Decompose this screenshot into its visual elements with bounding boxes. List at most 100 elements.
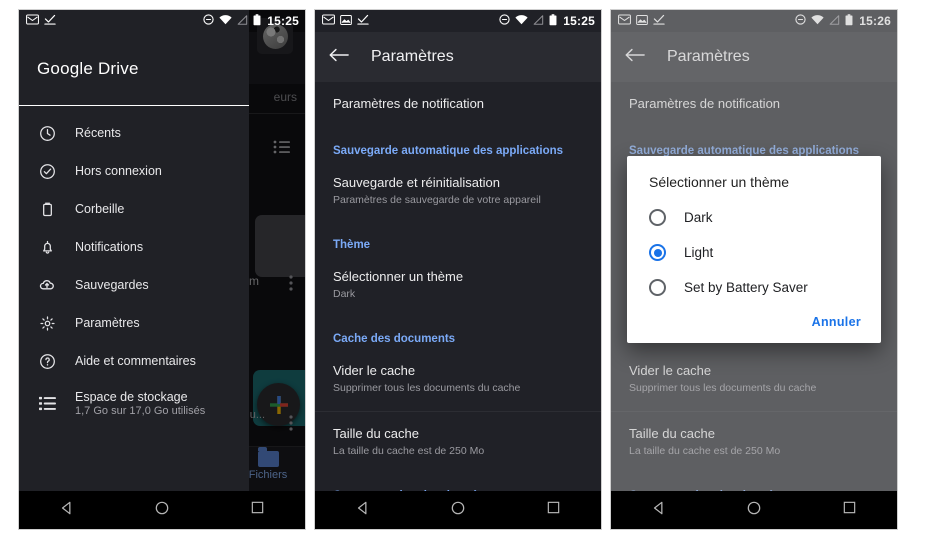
- screenshot-stage: eurs m ue u... Fichiers Google Drive Réc…: [0, 0, 928, 539]
- setting-notification-settings[interactable]: Paramètres de notification: [315, 82, 601, 125]
- wifi-icon: [515, 14, 528, 28]
- page-title: Paramètres: [371, 48, 454, 65]
- setting-clear-cache: Vider le cache Supprimer tous les docume…: [611, 349, 897, 407]
- back-triangle-icon[interactable]: [59, 500, 75, 521]
- drawer-item-notifications-label: Notifications: [75, 240, 144, 254]
- back-triangle-icon[interactable]: [651, 500, 667, 521]
- wifi-icon: [219, 14, 232, 28]
- navigation-drawer: Google Drive Récents Hors connexion Corb…: [19, 10, 249, 491]
- section-header-data-usage: Consommation des données: [611, 478, 897, 491]
- theme-selection-dialog: Sélectionner un thème Dark Light Set by …: [627, 156, 881, 343]
- status-bar-left-icons: [26, 14, 56, 28]
- drawer-item-help[interactable]: Aide et commentaires: [19, 342, 249, 380]
- dnd-icon: [795, 14, 806, 28]
- setting-select-theme[interactable]: Sélectionner un thème Dark: [315, 255, 601, 313]
- drawer-item-backups[interactable]: Sauvegardes: [19, 266, 249, 304]
- dialog-option-battery-saver-label: Set by Battery Saver: [684, 280, 808, 295]
- setting-subtitle: Dark: [333, 288, 356, 300]
- drawer-item-backups-text: Sauvegardes: [75, 278, 149, 292]
- dialog-option-dark[interactable]: Dark: [627, 200, 881, 235]
- setting-cache-size: Taille du cache La taille du cache est d…: [611, 412, 897, 470]
- photo-icon: [340, 14, 352, 28]
- setting-subtitle: Paramètres de sauvegarde de votre appare…: [333, 194, 541, 206]
- setting-notification-settings: Paramètres de notification: [611, 82, 897, 125]
- check-download-icon: [44, 14, 56, 28]
- section-header-theme: Thème: [333, 239, 371, 251]
- gmail-icon: [26, 14, 39, 28]
- drawer-item-settings-label: Paramètres: [75, 316, 140, 330]
- dialog-title: Sélectionner un thème: [649, 174, 790, 190]
- setting-title: Paramètres de notification: [333, 96, 485, 111]
- trash-icon: [37, 199, 57, 219]
- battery-icon: [549, 13, 557, 29]
- battery-icon: [253, 13, 261, 29]
- drawer-item-notifications[interactable]: Notifications: [19, 228, 249, 266]
- signal-off-icon: [237, 14, 248, 28]
- drawer-item-help-text: Aide et commentaires: [75, 354, 196, 368]
- battery-icon: [845, 13, 853, 29]
- drawer-item-trash-text: Corbeille: [75, 202, 124, 216]
- home-circle-icon[interactable]: [154, 500, 170, 521]
- settings-app-bar: Paramètres: [611, 32, 897, 82]
- phone-panel-theme-dialog: 15:26 Paramètres Paramètres de notificat…: [610, 9, 898, 530]
- drawer-item-trash[interactable]: Corbeille: [19, 190, 249, 228]
- dnd-icon: [499, 14, 510, 28]
- status-bar-left-icons-3: [618, 14, 665, 28]
- cancel-button[interactable]: Annuler: [812, 315, 861, 329]
- drawer-item-offline[interactable]: Hors connexion: [19, 152, 249, 190]
- setting-backup-reset[interactable]: Sauvegarde et réinitialisation Paramètre…: [315, 161, 601, 219]
- check-download-icon: [653, 14, 665, 28]
- drawer-item-backups-label: Sauvegardes: [75, 278, 149, 292]
- dialog-actions: Annuler: [627, 305, 881, 337]
- page-title: Paramètres: [667, 48, 750, 65]
- setting-clear-cache[interactable]: Vider le cache Supprimer tous les docume…: [315, 349, 601, 407]
- drawer-item-storage[interactable]: Espace de stockage 1,7 Go sur 17,0 Go ut…: [19, 380, 249, 426]
- recents-square-icon[interactable]: [250, 500, 265, 520]
- gear-icon: [37, 313, 57, 333]
- arrow-back-icon[interactable]: [625, 47, 645, 68]
- recents-square-icon[interactable]: [842, 500, 857, 520]
- setting-title: Sélectionner un thème: [333, 269, 464, 284]
- offline-check-icon: [37, 161, 57, 181]
- status-bar-clock: 15:25: [563, 14, 595, 28]
- setting-title: Taille du cache: [629, 426, 715, 441]
- dialog-option-light[interactable]: Light: [627, 235, 881, 270]
- dialog-option-battery-saver[interactable]: Set by Battery Saver: [627, 270, 881, 305]
- settings-page: 15:25 Paramètres Paramètres de notificat…: [315, 10, 601, 491]
- radio-battery-saver[interactable]: [649, 279, 666, 296]
- radio-light-selected[interactable]: [649, 244, 666, 261]
- back-triangle-icon[interactable]: [355, 500, 371, 521]
- section-header-data-usage: Consommation des données: [315, 478, 601, 491]
- status-bar-left-icons-2: [322, 14, 369, 28]
- radio-dark[interactable]: [649, 209, 666, 226]
- bell-icon: [37, 237, 57, 257]
- drawer-item-help-label: Aide et commentaires: [75, 354, 196, 368]
- setting-title: Vider le cache: [333, 363, 416, 378]
- home-circle-icon[interactable]: [450, 500, 466, 521]
- drawer-item-settings[interactable]: Paramètres: [19, 304, 249, 342]
- drawer-item-settings-text: Paramètres: [75, 316, 140, 330]
- setting-subtitle: La taille du cache est de 250 Mo: [629, 445, 781, 457]
- drawer-item-recents-text: Récents: [75, 126, 121, 140]
- setting-title: Sauvegarde et réinitialisation: [333, 175, 500, 190]
- setting-cache-size[interactable]: Taille du cache La taille du cache est d…: [315, 412, 601, 470]
- section-header-doc-cache: Cache des documents: [333, 333, 456, 345]
- status-bar-right-icons-3: 15:26: [795, 13, 891, 29]
- status-bar-panel1: 15:25: [19, 10, 305, 32]
- system-nav-bar-panel2: [315, 491, 601, 529]
- drawer-item-recents[interactable]: Récents: [19, 114, 249, 152]
- drawer-item-storage-label: Espace de stockage: [75, 389, 188, 404]
- recents-square-icon[interactable]: [546, 500, 561, 520]
- status-bar-clock: 15:25: [267, 14, 299, 28]
- section-header-app-backup: Sauvegarde automatique des applications: [333, 145, 564, 157]
- home-circle-icon[interactable]: [746, 500, 762, 521]
- status-bar-panel2: 15:25: [315, 10, 601, 32]
- settings-app-bar: Paramètres: [315, 32, 601, 82]
- arrow-back-icon[interactable]: [329, 47, 349, 68]
- system-nav-bar-panel3: [611, 491, 897, 529]
